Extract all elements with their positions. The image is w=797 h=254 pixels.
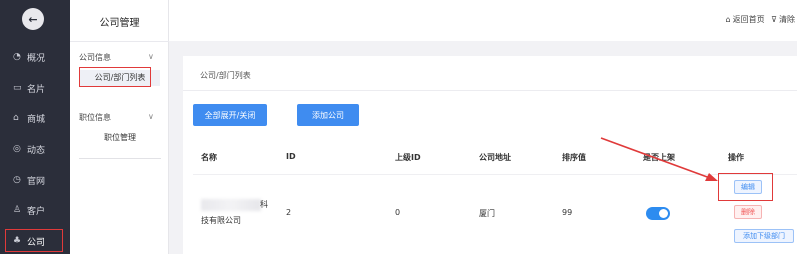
annotation-arrow	[600, 137, 718, 181]
app-root: ← ◔ 概况 ▭ 名片 ⌂ 商城 ◎ 动态 ◷ 官网 ♙ 客户 ♣ 公司 公司管…	[0, 0, 797, 254]
arrow-line	[600, 137, 711, 179]
